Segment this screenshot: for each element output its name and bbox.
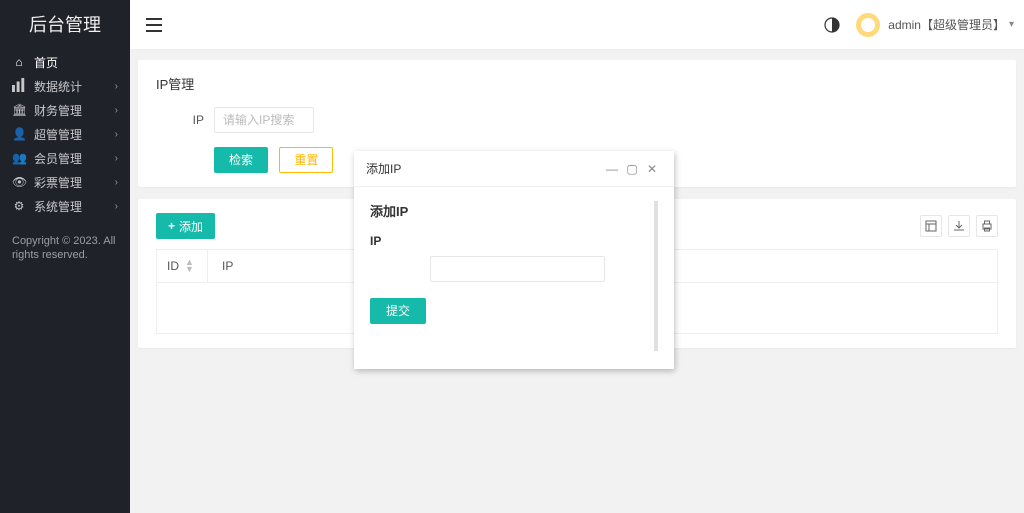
modal-form-title: 添加IP — [370, 201, 642, 220]
avatar[interactable] — [856, 13, 880, 37]
sidebar-item-label: 系统管理 — [34, 198, 115, 215]
export-button[interactable] — [948, 215, 970, 237]
system-icon: ⚙ — [12, 199, 26, 213]
search-ip-label: IP — [156, 113, 204, 127]
filter-columns-button[interactable] — [920, 215, 942, 237]
finance-icon: 🏛 — [12, 103, 26, 117]
page-title: IP管理 — [156, 74, 998, 93]
chevron-right-icon: › — [115, 129, 118, 140]
sidebar-item-label: 彩票管理 — [34, 174, 115, 191]
sidebar: 后台管理 ⌂ 首页 数据统计 › 🏛 财务管理 › 👤 超管管理 › 👥 会员管… — [0, 0, 130, 513]
sidebar-item-label: 首页 — [34, 54, 118, 71]
modal-ip-input[interactable] — [430, 256, 605, 282]
super-admin-icon: 👤 — [12, 127, 26, 141]
sidebar-item-label: 会员管理 — [34, 150, 115, 167]
search-button[interactable]: 检索 — [214, 147, 268, 173]
column-header-id[interactable]: ID ▲▼ — [157, 259, 207, 273]
sort-icon: ▲▼ — [185, 259, 194, 273]
sidebar-item-home[interactable]: ⌂ 首页 — [0, 50, 130, 74]
app-title: 后台管理 — [0, 0, 130, 50]
column-header-ip[interactable]: IP — [207, 250, 233, 282]
header: admin【超级管理员】 ▾ — [130, 0, 1024, 50]
chevron-right-icon: › — [115, 201, 118, 212]
modal-submit-button[interactable]: 提交 — [370, 298, 426, 324]
user-label: admin【超级管理员】 — [888, 16, 1005, 33]
chevron-down-icon: ▾ — [1009, 19, 1014, 30]
sidebar-menu: ⌂ 首页 数据统计 › 🏛 财务管理 › 👤 超管管理 › 👥 会员管理 › 👁 — [0, 50, 130, 218]
print-button[interactable] — [976, 215, 998, 237]
chevron-right-icon: › — [115, 105, 118, 116]
theme-icon[interactable] — [824, 17, 840, 33]
reset-button[interactable]: 重置 — [279, 147, 333, 173]
sidebar-item-label: 财务管理 — [34, 102, 115, 119]
copyright-text: Copyright © 2023. All rights reserved. — [12, 234, 118, 262]
maximize-button[interactable]: ▢ — [622, 162, 642, 176]
close-button[interactable]: ✕ — [642, 162, 662, 176]
add-button-label: 添加 — [179, 218, 203, 235]
chevron-right-icon: › — [115, 177, 118, 188]
modal-titlebar[interactable]: 添加IP — ▢ ✕ — [354, 151, 674, 187]
sidebar-item-super-admin[interactable]: 👤 超管管理 › — [0, 122, 130, 146]
minimize-button[interactable]: — — [602, 162, 622, 176]
search-ip-input[interactable] — [214, 107, 314, 133]
chevron-right-icon: › — [115, 153, 118, 164]
stats-icon — [12, 78, 26, 95]
sidebar-toggle-button[interactable] — [146, 18, 162, 32]
chevron-right-icon: › — [115, 81, 118, 92]
sidebar-item-label: 数据统计 — [34, 78, 115, 95]
members-icon: 👥 — [12, 151, 26, 165]
home-icon: ⌂ — [12, 55, 26, 69]
search-row: IP — [156, 107, 998, 133]
user-menu-button[interactable]: admin【超级管理员】 ▾ — [888, 16, 1014, 33]
modal-window-title: 添加IP — [366, 160, 602, 177]
add-ip-modal: 添加IP — ▢ ✕ 添加IP IP 提交 — [354, 151, 674, 369]
add-button[interactable]: + 添加 — [156, 213, 215, 239]
sidebar-item-members[interactable]: 👥 会员管理 › — [0, 146, 130, 170]
sidebar-item-finance[interactable]: 🏛 财务管理 › — [0, 98, 130, 122]
sidebar-item-label: 超管管理 — [34, 126, 115, 143]
sidebar-item-stats[interactable]: 数据统计 › — [0, 74, 130, 98]
modal-ip-label: IP — [370, 234, 642, 248]
sidebar-item-lottery[interactable]: 👁 彩票管理 › — [0, 170, 130, 194]
sidebar-item-system[interactable]: ⚙ 系统管理 › — [0, 194, 130, 218]
plus-icon: + — [168, 219, 175, 233]
lottery-icon: 👁 — [12, 175, 26, 189]
